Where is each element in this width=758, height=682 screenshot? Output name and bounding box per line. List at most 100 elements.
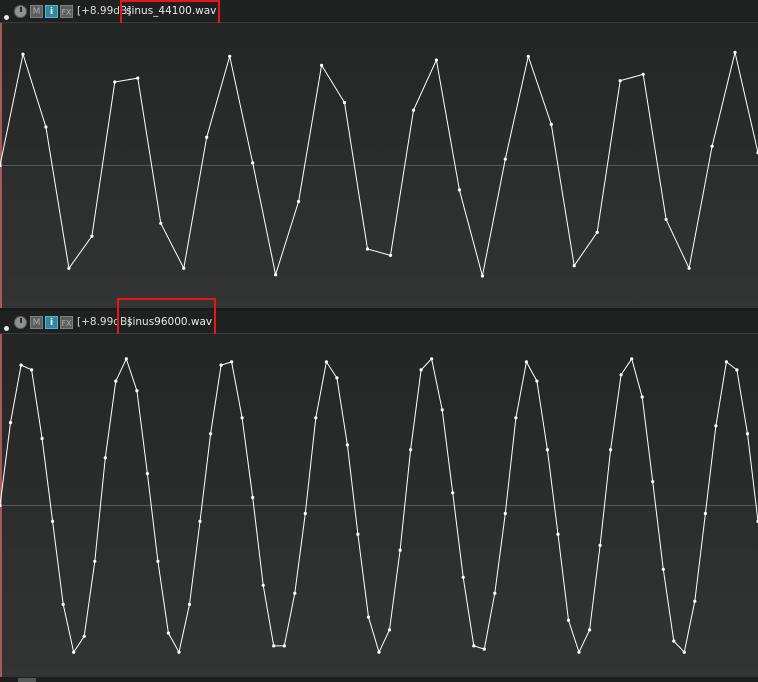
sample-point[interactable] [345, 443, 349, 447]
sample-point[interactable] [30, 368, 34, 372]
sample-point[interactable] [187, 602, 192, 606]
sample-point[interactable] [714, 424, 718, 428]
sample-point[interactable] [67, 266, 71, 270]
sample-point[interactable] [198, 519, 202, 523]
sample-point[interactable] [82, 634, 86, 638]
sample-point[interactable] [710, 144, 714, 148]
sample-point[interactable] [19, 363, 23, 367]
sample-point[interactable] [703, 511, 708, 516]
sample-point[interactable] [724, 360, 729, 364]
sample-point[interactable] [651, 480, 655, 484]
sample-point[interactable] [609, 448, 613, 452]
sample-point[interactable] [156, 559, 160, 563]
sample-point[interactable] [8, 421, 13, 425]
sample-point[interactable] [103, 456, 107, 460]
sample-point[interactable] [588, 628, 592, 632]
sample-point[interactable] [451, 491, 455, 495]
sample-point[interactable] [274, 273, 278, 277]
sample-point[interactable] [419, 368, 423, 372]
sample-point[interactable] [630, 357, 634, 361]
sample-point[interactable] [40, 436, 44, 441]
sample-point[interactable] [595, 230, 599, 234]
sample-point[interactable] [342, 100, 347, 105]
sample-point[interactable] [387, 628, 392, 632]
sample-point[interactable] [618, 79, 622, 83]
sample-point[interactable] [526, 54, 530, 58]
sample-point[interactable] [457, 188, 461, 192]
sample-point[interactable] [619, 373, 623, 377]
sample-point[interactable] [297, 199, 301, 204]
sample-point[interactable] [51, 519, 55, 523]
sample-point[interactable] [324, 360, 328, 364]
fx-button[interactable]: FX [60, 316, 73, 329]
sample-point[interactable] [314, 416, 318, 420]
volume-knob-icon[interactable] [14, 5, 27, 18]
sample-point[interactable] [182, 266, 186, 270]
sample-point[interactable] [61, 602, 65, 606]
sample-point[interactable] [228, 54, 232, 58]
sample-point[interactable] [388, 253, 393, 257]
mute-button[interactable]: M [30, 316, 43, 329]
sample-point[interactable] [113, 80, 117, 84]
sample-point[interactable] [114, 379, 118, 383]
sample-point[interactable] [320, 63, 324, 67]
sample-point[interactable] [472, 644, 476, 648]
sample-point[interactable] [549, 122, 553, 126]
sample-point[interactable] [282, 644, 286, 648]
sample-point[interactable] [535, 379, 539, 383]
sample-point[interactable] [124, 357, 128, 361]
sample-point[interactable] [356, 532, 360, 536]
sample-point[interactable] [366, 615, 371, 619]
sample-point[interactable] [303, 511, 307, 516]
sample-point[interactable] [136, 76, 140, 80]
sample-point[interactable] [572, 264, 576, 268]
sample-point[interactable] [503, 157, 507, 161]
sample-point[interactable] [411, 108, 416, 112]
sample-point[interactable] [72, 650, 76, 654]
sample-point[interactable] [682, 650, 686, 654]
mute-button[interactable]: M [30, 5, 43, 18]
sample-point[interactable] [687, 266, 691, 270]
sample-point[interactable] [177, 650, 181, 654]
sample-point[interactable] [0, 503, 2, 508]
sample-point[interactable] [745, 432, 750, 436]
sample-point[interactable] [90, 234, 94, 238]
sample-point[interactable] [251, 161, 255, 165]
sample-point[interactable] [430, 357, 434, 361]
track-sinus-44100[interactable]: M i FX [+8.99dB] sinus_44100.wav [0, 0, 758, 308]
sample-point[interactable] [0, 163, 2, 168]
sample-point[interactable] [545, 448, 550, 452]
sample-point[interactable] [672, 639, 676, 643]
sample-point[interactable] [514, 416, 518, 420]
sample-point[interactable] [272, 644, 276, 648]
sample-point[interactable] [44, 125, 48, 129]
sample-point[interactable] [365, 247, 370, 251]
sample-point[interactable] [461, 575, 465, 579]
sample-point[interactable] [434, 58, 438, 62]
waveform-area[interactable] [0, 23, 758, 308]
info-button[interactable]: i [45, 5, 58, 18]
sample-point[interactable] [440, 408, 444, 412]
sample-point[interactable] [735, 368, 739, 372]
sample-point[interactable] [135, 389, 139, 393]
sample-point[interactable] [598, 543, 602, 547]
sample-point[interactable] [733, 50, 737, 54]
sample-point[interactable] [159, 221, 163, 225]
volume-knob-icon[interactable] [14, 316, 27, 329]
sample-point[interactable] [409, 448, 413, 452]
sample-point[interactable] [21, 52, 25, 56]
sample-point[interactable] [251, 495, 255, 500]
sample-point[interactable] [240, 416, 244, 420]
sample-point[interactable] [398, 548, 402, 552]
sample-point[interactable] [693, 599, 697, 603]
sample-point[interactable] [503, 511, 507, 516]
sample-point[interactable] [145, 472, 149, 476]
fx-button[interactable]: FX [60, 5, 73, 18]
sample-point[interactable] [219, 363, 223, 367]
scrollbar-handle[interactable] [18, 678, 36, 682]
sample-point[interactable] [577, 650, 581, 654]
sample-point[interactable] [480, 274, 484, 278]
sample-point[interactable] [524, 360, 529, 364]
sample-point[interactable] [493, 591, 497, 595]
sample-point[interactable] [482, 647, 486, 651]
